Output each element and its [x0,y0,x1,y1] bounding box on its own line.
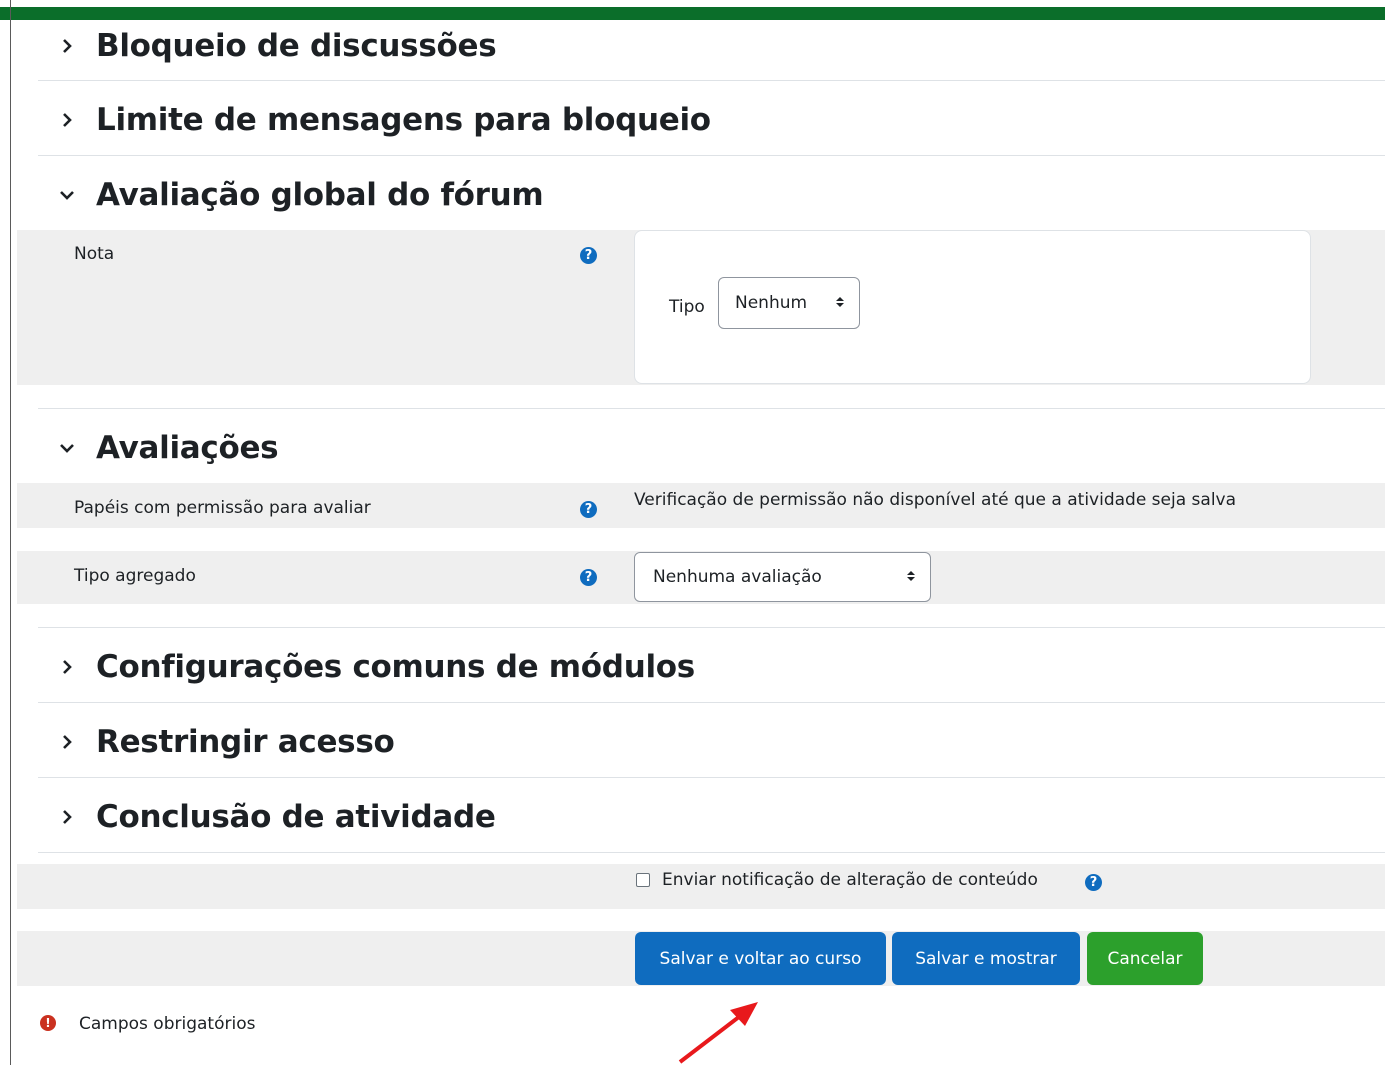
section-title: Bloqueio de discussões [96,27,497,64]
required-note: Campos obrigatórios [79,1014,256,1034]
aggregate-type-select[interactable]: Nenhuma avaliação [634,552,931,602]
section-title: Avaliação global do fórum [96,176,544,213]
notify-label[interactable]: Enviar notificação de alteração de conte… [662,870,1038,890]
select-arrows-icon [835,293,845,313]
section-title: Configurações comuns de módulos [96,648,695,685]
divider [38,777,1385,778]
divider [38,702,1385,703]
chevron-right-icon [52,802,82,832]
roles-value: Verificação de permissão não disponível … [634,490,1237,510]
cancel-button[interactable]: Cancelar [1087,932,1203,985]
divider [38,408,1385,409]
roles-row: Papéis com permissão para avaliar ? Veri… [17,483,1385,528]
help-icon[interactable]: ? [580,501,597,518]
section-title: Limite de mensagens para bloqueio [96,101,711,138]
left-border [10,0,11,1065]
annotation-arrow-icon [678,1002,758,1064]
save-return-button[interactable]: Salvar e voltar ao curso [635,932,886,985]
chevron-right-icon [52,31,82,61]
notify-row: Enviar notificação de alteração de conte… [17,864,1385,909]
save-display-button[interactable]: Salvar e mostrar [892,932,1080,985]
divider [38,627,1385,628]
divider [38,155,1385,156]
divider [38,852,1385,853]
section-common-module-settings[interactable]: Configurações comuns de módulos [38,629,1385,704]
grade-label: Nota [74,244,115,264]
select-arrows-icon [906,567,916,587]
divider [38,80,1385,81]
section-post-threshold[interactable]: Limite de mensagens para bloqueio [38,82,1385,157]
grade-type-select[interactable]: Nenhum [718,277,860,329]
chevron-down-icon [52,433,82,463]
help-icon[interactable]: ? [580,569,597,586]
aggregate-label: Tipo agregado [74,566,196,586]
section-whole-forum-grading[interactable]: Avaliação global do fórum [38,157,1385,232]
grade-type-value: Nenhum [735,293,808,313]
section-activity-completion[interactable]: Conclusão de atividade [38,779,1385,854]
section-title: Avaliações [96,429,279,466]
chevron-right-icon [52,727,82,757]
section-restrict-access[interactable]: Restringir acesso [38,704,1385,779]
help-icon[interactable]: ? [580,247,597,264]
roles-label: Papéis com permissão para avaliar [74,498,371,518]
required-icon: ! [40,1015,56,1031]
notify-checkbox[interactable] [636,873,650,887]
section-title: Restringir acesso [96,723,395,760]
section-title: Conclusão de atividade [96,798,496,835]
section-discussion-lock[interactable]: Bloqueio de discussões [38,8,1385,83]
chevron-down-icon [52,180,82,210]
grade-panel: Tipo Nenhum [634,230,1311,384]
help-icon[interactable]: ? [1085,874,1102,891]
chevron-right-icon [52,652,82,682]
grade-type-label: Tipo [669,297,705,317]
aggregate-type-value: Nenhuma avaliação [653,567,822,587]
chevron-right-icon [52,105,82,135]
section-ratings[interactable]: Avaliações [38,410,1385,485]
